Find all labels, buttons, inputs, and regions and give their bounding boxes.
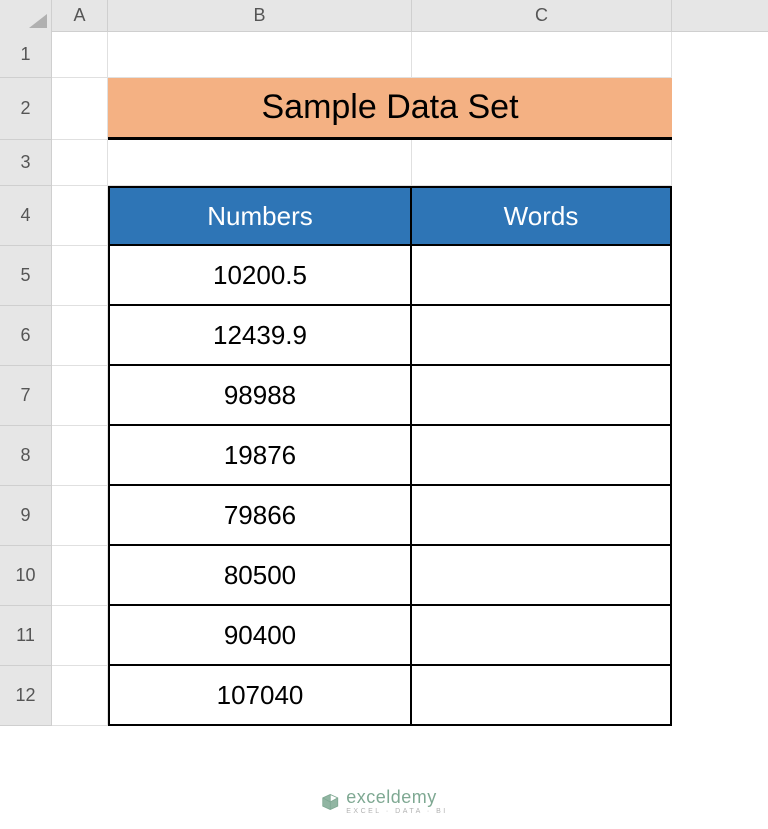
cell-C10[interactable] — [412, 546, 672, 606]
column-header-C[interactable]: C — [412, 0, 672, 31]
watermark-logo-icon — [320, 792, 340, 812]
cell-C11[interactable] — [412, 606, 672, 666]
watermark: exceldemy EXCEL · DATA · BI — [320, 788, 448, 815]
cell-B10[interactable]: 80500 — [108, 546, 412, 606]
header-numbers[interactable]: Numbers — [108, 186, 412, 246]
row-headers: 1 2 3 4 5 6 7 8 9 10 11 12 — [0, 32, 52, 726]
watermark-text: exceldemy EXCEL · DATA · BI — [346, 788, 448, 815]
cell-C1[interactable] — [412, 32, 672, 78]
cell-B3[interactable] — [108, 140, 412, 186]
column-header-A[interactable]: A — [52, 0, 108, 31]
grid: Sample Data Set Numbers Words 10200.5 — [52, 32, 672, 726]
cell-C12[interactable] — [412, 666, 672, 726]
cell-A3[interactable] — [52, 140, 108, 186]
cell-C3[interactable] — [412, 140, 672, 186]
cell-A10[interactable] — [52, 546, 108, 606]
cell-B12[interactable]: 107040 — [108, 666, 412, 726]
cell-C9[interactable] — [412, 486, 672, 546]
row-header-4[interactable]: 4 — [0, 186, 51, 246]
cell-B1[interactable] — [108, 32, 412, 78]
row-header-1[interactable]: 1 — [0, 32, 51, 78]
cell-A12[interactable] — [52, 666, 108, 726]
row-header-12[interactable]: 12 — [0, 666, 51, 726]
cell-A4[interactable] — [52, 186, 108, 246]
row-header-2[interactable]: 2 — [0, 78, 51, 140]
row-header-3[interactable]: 3 — [0, 140, 51, 186]
row-header-11[interactable]: 11 — [0, 606, 51, 666]
title-cell[interactable]: Sample Data Set — [108, 78, 672, 140]
cell-A2[interactable] — [52, 78, 108, 140]
cell-C6[interactable] — [412, 306, 672, 366]
cell-C7[interactable] — [412, 366, 672, 426]
spreadsheet: A B C 1 2 3 4 5 6 7 8 9 10 11 12 — [0, 0, 768, 829]
row-header-7[interactable]: 7 — [0, 366, 51, 426]
row-header-10[interactable]: 10 — [0, 546, 51, 606]
cell-A7[interactable] — [52, 366, 108, 426]
cell-A9[interactable] — [52, 486, 108, 546]
column-header-B[interactable]: B — [108, 0, 412, 31]
cell-B5[interactable]: 10200.5 — [108, 246, 412, 306]
watermark-sub: EXCEL · DATA · BI — [346, 808, 448, 815]
cell-B8[interactable]: 19876 — [108, 426, 412, 486]
header-words[interactable]: Words — [412, 186, 672, 246]
cell-C8[interactable] — [412, 426, 672, 486]
cell-B7[interactable]: 98988 — [108, 366, 412, 426]
watermark-main: exceldemy — [346, 788, 448, 806]
row-header-6[interactable]: 6 — [0, 306, 51, 366]
cell-B6[interactable]: 12439.9 — [108, 306, 412, 366]
select-all-corner[interactable] — [0, 0, 52, 32]
cell-A1[interactable] — [52, 32, 108, 78]
cell-A5[interactable] — [52, 246, 108, 306]
cell-C5[interactable] — [412, 246, 672, 306]
row-header-9[interactable]: 9 — [0, 486, 51, 546]
cell-B9[interactable]: 79866 — [108, 486, 412, 546]
row-header-5[interactable]: 5 — [0, 246, 51, 306]
column-headers: A B C — [0, 0, 768, 32]
cell-B11[interactable]: 90400 — [108, 606, 412, 666]
cell-A8[interactable] — [52, 426, 108, 486]
row-header-8[interactable]: 8 — [0, 426, 51, 486]
cell-A6[interactable] — [52, 306, 108, 366]
cell-A11[interactable] — [52, 606, 108, 666]
